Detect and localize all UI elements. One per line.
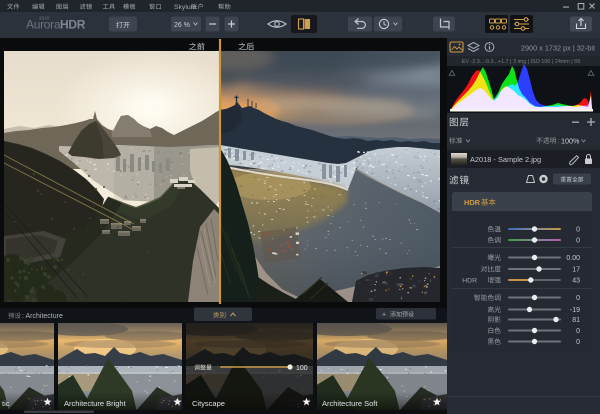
svg-text:2018: 2018 [39,16,50,21]
svg-text:HDR: HDR [464,198,481,207]
svg-text:81: 81 [572,317,580,324]
svg-text:0: 0 [576,295,580,302]
svg-text:0: 0 [576,328,580,335]
svg-text:tic: tic [2,399,10,408]
svg-text:0: 0 [576,238,580,245]
svg-text:-19: -19 [570,307,580,314]
svg-text:Architecture Bright: Architecture Bright [64,399,127,408]
svg-text:A2018 - Sample 2.jpg: A2018 - Sample 2.jpg [470,155,541,164]
svg-text:Cityscape: Cityscape [192,399,225,408]
svg-text::: : [558,138,560,145]
svg-text:EV -2.3...-0.3...+1.7 | 3 im: EV -2.3...-0.3...+1.7 | 3 img | ISO 100 … [462,59,580,65]
svg-text:100%: 100% [561,137,580,146]
svg-text:0: 0 [576,227,580,234]
svg-text:HDR: HDR [462,278,477,285]
svg-text:0.00: 0.00 [566,255,580,262]
svg-text:: Architecture: : Architecture [22,313,63,320]
svg-text:HDR: HDR [60,18,86,32]
svg-text:2900 x 1732 px | 32-bit: 2900 x 1732 px | 32-bit [521,44,595,53]
svg-text:Skylum: Skylum [174,4,197,11]
svg-text:100: 100 [296,365,308,372]
svg-text:Architecture Soft: Architecture Soft [322,399,378,408]
svg-text:43: 43 [572,278,580,285]
svg-text:+: + [382,311,386,318]
svg-text:0: 0 [576,339,580,346]
svg-text:17: 17 [572,267,580,274]
svg-text:26 %: 26 % [174,22,190,29]
